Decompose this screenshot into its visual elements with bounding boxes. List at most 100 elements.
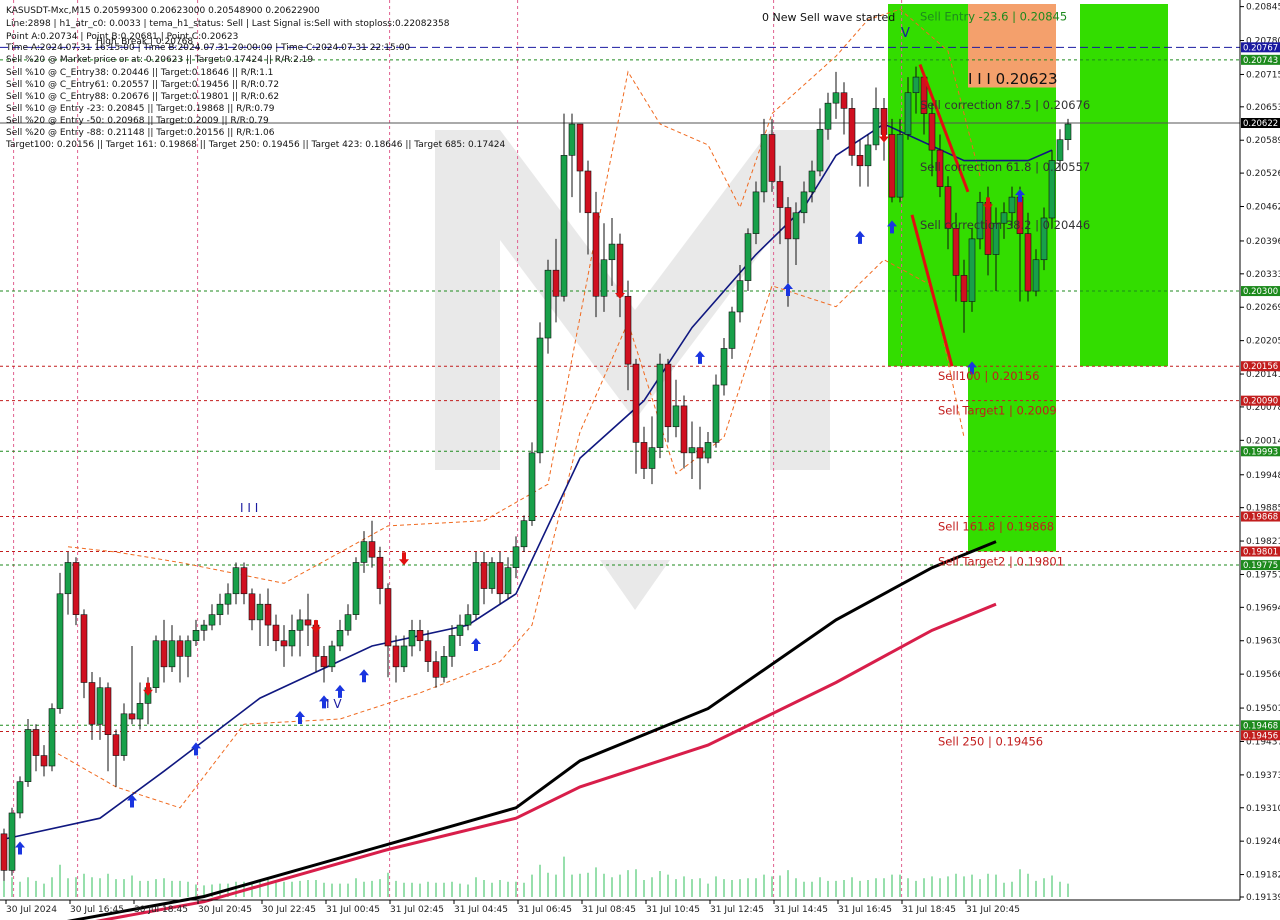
price-tag-label: 0.19775	[1243, 561, 1278, 571]
price-chart: Sell Entry -23.6 | 0.20845 Sell correctio…	[0, 0, 1280, 920]
candle-body	[896, 134, 904, 198]
candle-body	[240, 567, 248, 595]
candle-body	[280, 640, 288, 647]
level-label-0: Sell Entry -23.6 | 0.20845	[920, 10, 1067, 24]
y-tick-label: 0.19501	[1246, 704, 1280, 714]
candle-body	[376, 556, 384, 589]
candle-body	[576, 123, 584, 172]
candle-body	[592, 212, 600, 297]
level-label-7: Sell Target2 | 0.19801	[938, 554, 1064, 568]
info-line-entry88: Sell %10 @ C_Entry88: 0.20676 || Target:…	[6, 92, 279, 102]
candle-body	[640, 442, 648, 469]
candle-body	[664, 363, 672, 428]
candle-body	[952, 228, 960, 276]
y-tick-label: 0.19139	[1246, 893, 1280, 903]
low-v-label: I V	[326, 697, 342, 711]
candle-body	[656, 363, 664, 448]
candle-body	[864, 144, 872, 167]
candle-body	[264, 603, 272, 626]
candle-body	[816, 128, 824, 172]
x-tick-label: 31 Jul 10:45	[646, 905, 700, 915]
info-line-times: Time A:2024.07.31 16:15:00 | Time B:2024…	[5, 43, 410, 53]
x-tick-label: 30 Jul 16:45	[70, 905, 124, 915]
level-label-6: Sell 161.8 | 0.19868	[938, 520, 1054, 534]
x-tick-label: 31 Jul 12:45	[710, 905, 764, 915]
candle-body	[768, 134, 776, 182]
candle-body	[912, 76, 920, 94]
candle-body	[728, 311, 736, 349]
candle-body	[488, 562, 496, 589]
candle-body	[824, 102, 832, 130]
y-tick-label: 0.19948	[1246, 471, 1280, 481]
candle-body	[1064, 123, 1072, 140]
candle-body	[136, 703, 144, 720]
candle-body	[632, 363, 640, 443]
info-line-entry38: Sell %10 @ C_Entry38: 0.20446 || Target:…	[6, 68, 273, 78]
high-break-label: High_Break | 0.20768	[96, 37, 193, 47]
candle-body	[64, 562, 72, 595]
candle-body	[248, 593, 256, 621]
candle-body	[520, 520, 528, 548]
candle-body	[40, 755, 48, 767]
candle-body	[568, 123, 576, 156]
candle-body	[392, 645, 400, 668]
candle-body	[424, 640, 432, 662]
candle-body	[672, 405, 680, 428]
candle-body	[1056, 139, 1064, 161]
candle-body	[464, 614, 472, 626]
candle-body	[848, 108, 856, 156]
x-tick-label: 31 Jul 04:45	[454, 905, 508, 915]
candle-body	[560, 155, 568, 297]
candle-body	[0, 833, 8, 871]
y-tick-label: 0.20269	[1246, 303, 1280, 313]
candle-body	[232, 567, 240, 595]
x-tick-label: 31 Jul 20:45	[966, 905, 1020, 915]
level-label-4: Sell100 | 0.20156	[938, 369, 1039, 383]
candle-body	[792, 212, 800, 240]
x-tick-label: 30 Jul 22:45	[262, 905, 316, 915]
candle-body	[736, 280, 744, 313]
triple-mark-label: I I I	[240, 501, 258, 515]
candle-body	[384, 588, 392, 647]
candle-body	[16, 781, 24, 814]
price-tag-label: 0.19456	[1243, 731, 1278, 741]
y-tick-label: 0.20014	[1246, 436, 1280, 446]
x-tick-label: 30 Jul 20:45	[198, 905, 252, 915]
candle-body	[872, 108, 880, 146]
candle-body	[200, 624, 208, 631]
candle-body	[80, 614, 88, 683]
y-tick-label: 0.19182	[1246, 871, 1280, 881]
candle-body	[216, 603, 224, 615]
candle-body	[288, 630, 296, 647]
y-tick-label: 0.20715	[1246, 70, 1280, 80]
candle-body	[704, 442, 712, 459]
candle-body	[56, 593, 64, 709]
y-tick-label: 0.20653	[1246, 103, 1280, 113]
candle-body	[336, 630, 344, 647]
candle-body	[928, 113, 936, 151]
y-tick-label: 0.19630	[1246, 637, 1280, 647]
price-tag-label: 0.19993	[1243, 447, 1278, 457]
candle-body	[320, 656, 328, 668]
info-line-symbol: KASUSDT-Mxc,M15 0.20599300 0.20623000 0.…	[6, 6, 320, 16]
level-label-1: Sell correction 87.5 | 0.20676	[920, 98, 1090, 112]
candle-body	[296, 619, 304, 631]
candle-body	[552, 269, 560, 297]
candle-body	[360, 541, 368, 563]
x-tick-label: 31 Jul 14:45	[774, 905, 828, 915]
candle-body	[608, 243, 616, 261]
candle-body	[208, 614, 216, 626]
y-tick-label: 0.19246	[1246, 837, 1280, 847]
candle-body	[152, 640, 160, 689]
top-v-label: V	[901, 26, 910, 41]
x-tick-label: 31 Jul 06:45	[518, 905, 572, 915]
candle-body	[408, 630, 416, 647]
y-tick-label: 0.20526	[1246, 169, 1280, 179]
candle-body	[176, 640, 184, 657]
level-label-2: Sell correction 61.8 | 0.20557	[920, 160, 1090, 174]
price-tag-label: 0.19868	[1243, 513, 1278, 523]
candle-body	[960, 275, 968, 302]
zone-2	[968, 87, 1056, 552]
candle-body	[456, 624, 464, 636]
info-line-entry61: Sell %10 @ C_Entry61: 0.20557 || Target:…	[6, 80, 279, 90]
